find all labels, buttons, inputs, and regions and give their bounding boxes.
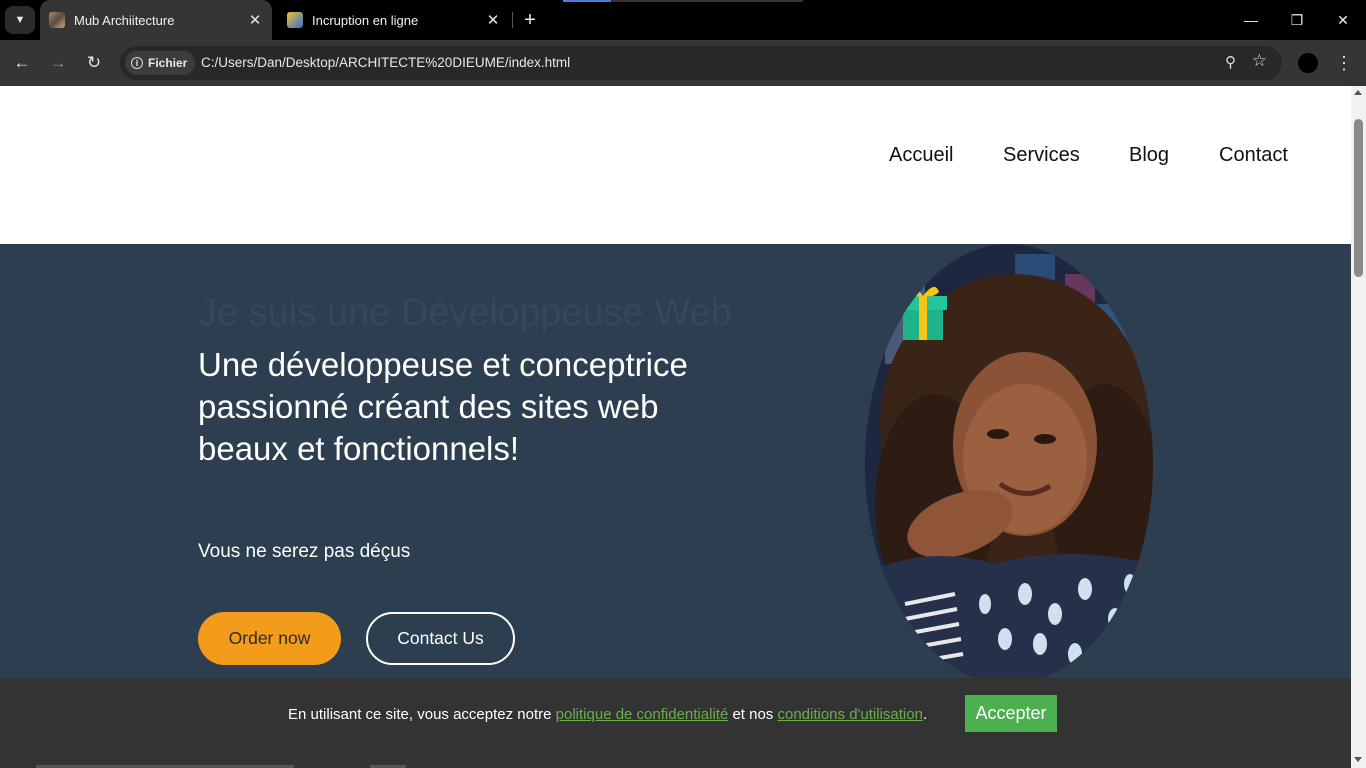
scroll-up-icon[interactable] [1354, 90, 1362, 95]
close-icon: ✕ [1337, 11, 1349, 28]
tab-list-button[interactable]: ▼ [5, 6, 35, 34]
nav-link-blog[interactable]: Blog [1129, 144, 1169, 167]
nav-link-services[interactable]: Services [1003, 144, 1080, 167]
hero-subtitle: Vous ne serez pas déçus [198, 541, 411, 562]
arrow-right-icon: → [49, 53, 67, 72]
privacy-policy-link[interactable]: politique de confidentialité [556, 706, 729, 723]
loading-indicator-track [611, 0, 803, 2]
accept-cookies-button[interactable]: Accepter [965, 695, 1057, 732]
tab-separator [512, 12, 513, 28]
arrow-left-icon: ← [13, 53, 31, 72]
nav-link-accueil[interactable]: Accueil [889, 144, 953, 167]
portrait-illustration [865, 244, 1153, 684]
address-bar[interactable]: i Fichier C:/Users/Dan/Desktop/ARCHITECT… [120, 46, 1282, 80]
page-viewport: Accueil Services Blog Contact Je suis un… [0, 86, 1351, 768]
favicon-icon [49, 12, 65, 28]
browser-toolbar: ← → ↻ i Fichier C:/Users/Dan/Desktop/ARC… [0, 40, 1366, 86]
tab-title: Incruption en ligne [312, 12, 419, 28]
loading-indicator [563, 0, 611, 2]
plus-icon: + [524, 8, 536, 31]
chevron-down-icon: ▼ [14, 14, 26, 26]
site-header: Accueil Services Blog Contact [0, 86, 1351, 244]
hero-typed-text: Je suis une Développeuse Web [198, 292, 732, 334]
browser-tab-active[interactable]: Mub Archiitecture ✕ [40, 0, 272, 40]
scroll-down-icon[interactable] [1354, 757, 1362, 762]
cookie-text-before: En utilisant ce site, vous acceptez notr… [288, 706, 556, 723]
contact-us-button[interactable]: Contact Us [366, 612, 515, 665]
forward-button[interactable]: → [44, 49, 72, 77]
terms-of-use-link[interactable]: conditions d'utilisation [777, 706, 922, 723]
cookie-text-middle: et nos [728, 706, 778, 723]
restore-icon: ❐ [1290, 11, 1304, 28]
reload-icon: ↻ [86, 53, 102, 72]
profile-avatar[interactable] [1298, 53, 1318, 73]
cookie-banner: En utilisant ce site, vous acceptez notr… [0, 678, 1351, 768]
url-text[interactable]: C:/Users/Dan/Desktop/ARCHITECTE%20DIEUME… [201, 55, 570, 70]
nav-link-contact[interactable]: Contact [1219, 144, 1288, 167]
scrollbar-thumb[interactable] [1354, 119, 1363, 277]
cookie-text-after: . [922, 706, 928, 723]
close-icon[interactable]: ✕ [245, 10, 265, 30]
reload-button[interactable]: ↻ [80, 49, 108, 77]
hero-title: Une développeuse et conceptrice passionn… [198, 346, 688, 467]
profile-photo [865, 244, 1153, 684]
page-scrollbar[interactable] [1351, 86, 1366, 768]
star-icon[interactable]: ☆ [1252, 51, 1267, 71]
browser-tab-inactive[interactable]: Incruption en ligne ✕ [278, 0, 510, 40]
browser-tab-bar: ▼ Mub Archiitecture ✕ Incruption en lign… [0, 0, 1366, 40]
close-window-button[interactable]: ✕ [1320, 0, 1366, 40]
site-info-chip[interactable]: i Fichier [125, 51, 196, 75]
new-tab-button[interactable]: + [518, 8, 542, 32]
kebab-menu-icon[interactable]: ⋮ [1334, 50, 1354, 76]
restore-button[interactable]: ❐ [1274, 0, 1320, 40]
zoom-icon[interactable]: ⚲ [1225, 53, 1236, 71]
cookie-text: En utilisant ce site, vous acceptez notr… [288, 706, 927, 723]
back-button[interactable]: ← [8, 49, 36, 77]
site-chip-label: Fichier [148, 56, 188, 70]
order-now-button[interactable]: Order now [198, 612, 341, 665]
minimize-icon: — [1244, 12, 1258, 28]
info-icon: i [131, 57, 143, 69]
minimize-button[interactable]: — [1228, 0, 1274, 40]
favicon-icon [287, 12, 303, 28]
close-icon[interactable]: ✕ [483, 10, 503, 30]
tab-title: Mub Archiitecture [74, 12, 175, 28]
